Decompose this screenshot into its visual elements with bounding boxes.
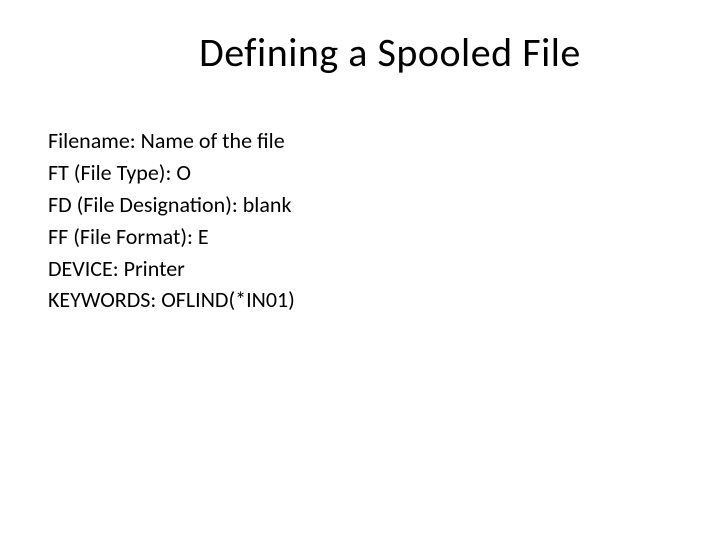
slide-title: Defining a Spooled File <box>108 28 672 77</box>
slide-body: Filename: Name of the file FT (File Type… <box>48 125 672 316</box>
body-line: DEVICE: Printer <box>48 253 672 285</box>
body-line: FT (File Type): O <box>48 157 672 189</box>
body-line: KEYWORDS: OFLIND(*IN01) <box>48 284 672 316</box>
body-line: FD (File Designation): blank <box>48 189 672 221</box>
body-line: FF (File Format): E <box>48 221 672 253</box>
body-line: Filename: Name of the file <box>48 125 672 157</box>
slide-container: Defining a Spooled File Filename: Name o… <box>0 0 720 540</box>
